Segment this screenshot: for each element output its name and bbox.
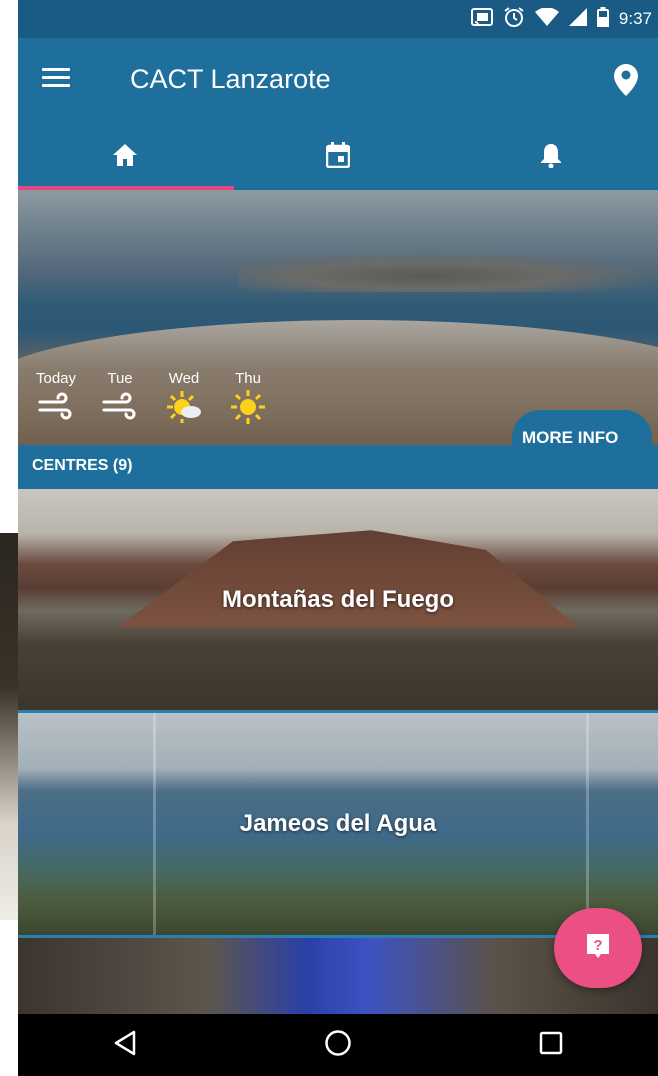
- bell-icon: [540, 142, 562, 173]
- status-bar: 9:37: [18, 0, 658, 38]
- tab-calendar[interactable]: [231, 122, 444, 192]
- sun-icon: [228, 390, 268, 424]
- wind-icon: [36, 390, 76, 424]
- recents-button[interactable]: [445, 1014, 658, 1076]
- system-nav-bar: [18, 1014, 658, 1076]
- weather-forecast[interactable]: Today Tue Wed Thu: [30, 370, 274, 424]
- signal-icon: [568, 7, 587, 31]
- partly-sunny-icon: [164, 390, 204, 424]
- back-icon: [113, 1030, 137, 1061]
- location-pin-icon[interactable]: [614, 64, 638, 96]
- wifi-icon: [534, 6, 559, 31]
- island-shape: [238, 252, 658, 292]
- status-time: 9:37: [618, 9, 652, 28]
- centre-card[interactable]: Montañas del Fuego: [18, 489, 658, 710]
- forecast-day-label: Wed: [168, 370, 200, 387]
- more-info-button[interactable]: MORE INFO: [512, 410, 652, 464]
- forecast-day: Thu: [222, 370, 274, 424]
- wind-icon: [100, 390, 140, 424]
- forecast-day-label: Tue: [107, 370, 133, 387]
- forecast-day: Today: [30, 370, 82, 424]
- phone-screen: 9:37 CACT Lanzarote Today Tue Wed Thu CE…: [18, 0, 658, 1076]
- hero-image: Today Tue Wed Thu: [18, 190, 658, 445]
- battery-icon: [596, 6, 609, 32]
- alarm-icon: [503, 6, 525, 33]
- forecast-day-label: Thu: [235, 370, 261, 387]
- home-icon: [112, 143, 138, 172]
- tab-bar: [18, 122, 658, 192]
- forecast-day: Tue: [94, 370, 146, 424]
- help-icon: ?: [585, 932, 611, 965]
- tab-home[interactable]: [18, 122, 231, 192]
- home-circle-icon: [324, 1029, 352, 1062]
- tab-notifications[interactable]: [445, 122, 658, 192]
- forecast-day: Wed: [158, 370, 210, 424]
- svg-text:?: ?: [593, 937, 602, 954]
- centre-name: Jameos del Agua: [239, 810, 437, 837]
- centre-name: Montañas del Fuego: [221, 585, 454, 613]
- app-bar: CACT Lanzarote: [18, 38, 658, 122]
- help-fab[interactable]: ?: [554, 908, 642, 988]
- recents-icon: [539, 1031, 563, 1060]
- calendar-icon: [325, 141, 351, 173]
- menu-icon[interactable]: [42, 68, 70, 88]
- cast-icon: [470, 7, 493, 31]
- app-title: CACT Lanzarote: [130, 64, 331, 94]
- back-button[interactable]: [18, 1014, 231, 1076]
- forecast-day-label: Today: [35, 370, 77, 387]
- centre-card[interactable]: Jameos del Agua: [18, 713, 658, 935]
- home-button[interactable]: [231, 1014, 444, 1076]
